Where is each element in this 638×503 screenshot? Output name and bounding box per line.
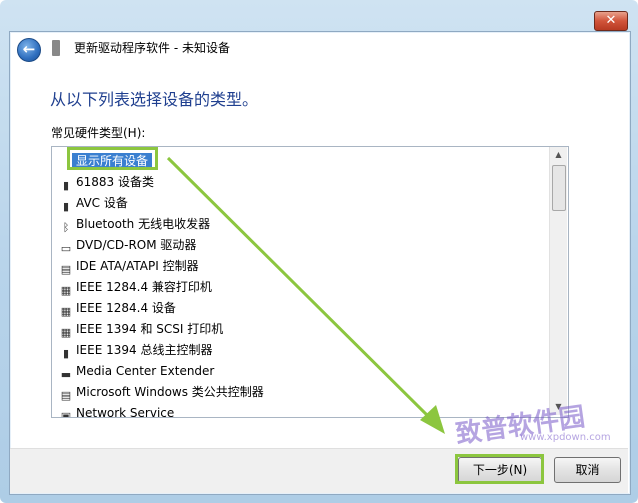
watermark-url: www.xpdown.com — [520, 432, 611, 443]
